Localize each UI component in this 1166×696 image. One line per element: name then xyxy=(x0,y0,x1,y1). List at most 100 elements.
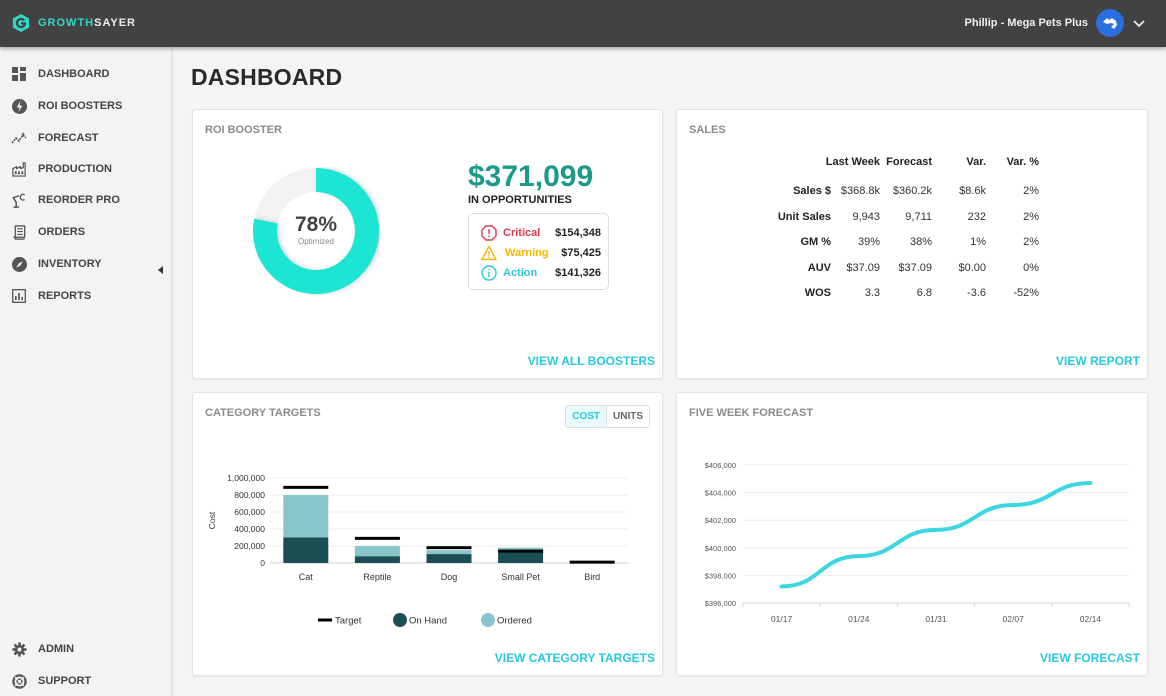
sidebar-item-label: PRODUCTION xyxy=(38,163,112,175)
legend-target-swatch xyxy=(318,618,332,622)
y-tick-label: $406,000 xyxy=(705,461,736,470)
warning-label: Warning xyxy=(505,247,549,259)
sidebar-item-roi-boosters[interactable]: ROI BOOSTERS xyxy=(0,92,172,120)
dashboard-icon xyxy=(11,66,27,82)
target-marker[interactable] xyxy=(283,485,329,489)
sidebar-item-label: ORDERS xyxy=(38,226,86,238)
action-row[interactable]: Action $141,326 xyxy=(481,264,601,282)
target-marker[interactable] xyxy=(426,546,472,550)
legend-ordered-label: Ordered xyxy=(497,616,532,627)
page-title: DASHBOARD xyxy=(191,64,343,90)
category-targets-card: CATEGORY TARGETS COST UNITS 0 200,000 400,… xyxy=(192,392,663,676)
top-bar: GROWTHSAYER Phillip - Mega Pets Plus xyxy=(0,0,1166,47)
view-forecast-link[interactable]: VIEW FORECAST xyxy=(1040,651,1140,665)
warning-icon xyxy=(481,245,497,261)
sales-cell: 2% xyxy=(1023,236,1039,248)
units-toggle-button[interactable]: UNITS xyxy=(607,406,649,427)
sales-cell: 0% xyxy=(1023,261,1039,274)
warning-value: $75,425 xyxy=(561,247,601,259)
sales-cell: 2% xyxy=(1023,210,1039,223)
forecast-point[interactable] xyxy=(858,555,860,557)
avatar[interactable] xyxy=(1096,9,1124,37)
bar-report-icon xyxy=(11,288,27,304)
user-menu[interactable]: Phillip - Mega Pets Plus xyxy=(965,9,1146,37)
logo[interactable]: GROWTHSAYER xyxy=(12,14,136,32)
forecast-point[interactable] xyxy=(1012,504,1014,506)
sidebar-item-label: REPORTS xyxy=(38,290,92,302)
x-tick-label: Small Pet xyxy=(501,572,540,582)
sidebar-item-support[interactable]: SUPPORT xyxy=(0,667,172,695)
bar-on-hand[interactable] xyxy=(426,554,472,563)
optimized-percent: 78% xyxy=(294,213,338,236)
view-all-boosters-link[interactable]: VIEW ALL BOOSTERS xyxy=(528,354,655,368)
compass-icon xyxy=(11,256,27,272)
x-tick-label: Dog xyxy=(441,572,458,582)
y-tick-label: 0 xyxy=(260,558,265,568)
critical-label: Critical xyxy=(503,227,541,239)
critical-row[interactable]: Critical $154,348 xyxy=(481,224,601,242)
y-tick-label: 1,000,000 xyxy=(227,473,265,483)
forecast-chart: $396,000 $398,000 $400,000 $402,000 $404,000… xyxy=(705,461,1130,624)
bar-ordered[interactable] xyxy=(426,550,472,555)
legend-on-hand-label: On Hand xyxy=(409,616,447,627)
y-tick-label: $402,000 xyxy=(705,516,736,525)
target-marker[interactable] xyxy=(354,536,400,540)
roi-booster-card: ROI BOOSTER 78% Optimized $371,099 IN OP… xyxy=(192,109,663,379)
x-tick-label: Cat xyxy=(299,572,314,582)
gear-icon xyxy=(11,641,27,657)
sales-card: SALES Last Week Forecast Var. Var. % Sales $… xyxy=(676,109,1148,379)
sidebar-item-label: FORECAST xyxy=(38,132,99,144)
optimized-label: Optimized xyxy=(297,237,334,246)
bar-on-hand[interactable] xyxy=(498,551,544,563)
sidebar-item-inventory[interactable]: INVENTORY xyxy=(0,250,172,278)
view-report-link[interactable]: VIEW REPORT xyxy=(1056,354,1140,368)
target-marker[interactable] xyxy=(498,549,544,553)
action-label: Action xyxy=(503,267,538,279)
bolt-icon xyxy=(11,98,27,114)
y-axis-label: Cost xyxy=(207,511,217,529)
view-category-targets-link[interactable]: VIEW CATEGORY TARGETS xyxy=(495,651,655,665)
forecast-point[interactable] xyxy=(781,585,783,587)
bar-on-hand[interactable] xyxy=(283,537,329,564)
y-tick-label: $396,000 xyxy=(705,599,736,608)
card-title: FIVE WEEK FORECAST xyxy=(689,407,814,419)
sidebar-item-label: INVENTORY xyxy=(38,258,102,270)
opportunities-total: $371,099 xyxy=(468,160,594,193)
target-marker[interactable] xyxy=(569,560,615,564)
cost-toggle-button[interactable]: COST xyxy=(566,406,607,427)
forecast-point[interactable] xyxy=(1089,482,1091,484)
brand-name: GROWTHSAYER xyxy=(38,17,136,29)
brand-part-1: GROWTH xyxy=(38,17,95,29)
bar-ordered[interactable] xyxy=(283,495,329,538)
sales-column-header: Var. % xyxy=(1006,156,1039,168)
collapse-sidebar-icon[interactable] xyxy=(158,266,164,274)
sidebar-item-production[interactable]: PRODUCTION xyxy=(0,155,172,183)
y-tick-label: $400,000 xyxy=(705,544,736,553)
x-tick-label: 01/17 xyxy=(771,614,793,624)
robot-arm-icon xyxy=(11,192,27,208)
user-name: Phillip - Mega Pets Plus xyxy=(964,17,1088,29)
forecast-line[interactable] xyxy=(779,480,1093,589)
receipt-icon xyxy=(11,224,27,240)
forecast-point[interactable] xyxy=(935,529,937,531)
bar-ordered[interactable] xyxy=(354,546,400,557)
y-tick-label: $404,000 xyxy=(705,489,736,498)
y-tick-label: 800,000 xyxy=(234,490,265,500)
critical-icon xyxy=(481,225,497,241)
sidebar-item-reports[interactable]: REPORTS xyxy=(0,282,172,310)
y-tick-label: 600,000 xyxy=(234,507,265,517)
sidebar-item-label: REORDER PRO xyxy=(38,194,120,206)
factory-icon xyxy=(11,161,27,177)
sidebar: DASHBOARD ROI BOOSTERS FORECAST PRODUCTI… xyxy=(0,47,172,696)
trend-icon xyxy=(11,130,27,146)
sidebar-item-reorder-pro[interactable]: REORDER PRO xyxy=(0,186,172,214)
sidebar-item-admin[interactable]: ADMIN xyxy=(0,635,172,663)
chevron-down-icon[interactable] xyxy=(1132,16,1146,30)
y-tick-label: 400,000 xyxy=(234,524,265,534)
warning-row[interactable]: Warning $75,425 xyxy=(481,244,601,262)
sidebar-item-forecast[interactable]: FORECAST xyxy=(0,124,172,152)
sidebar-item-orders[interactable]: ORDERS xyxy=(0,218,172,246)
sidebar-item-dashboard[interactable]: DASHBOARD xyxy=(0,60,172,88)
bar-on-hand[interactable] xyxy=(354,556,400,563)
y-tick-label: $398,000 xyxy=(705,571,736,580)
